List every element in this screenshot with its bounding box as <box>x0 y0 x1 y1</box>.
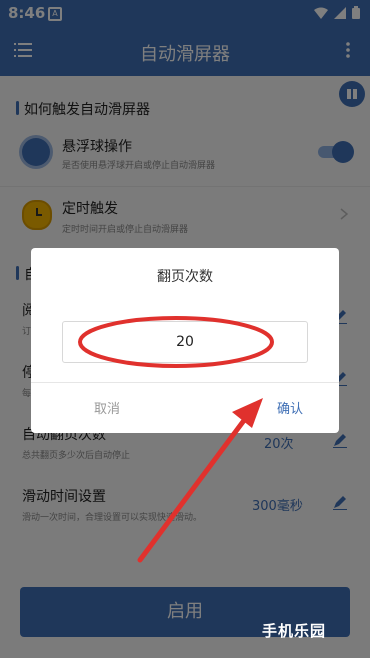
annotation-overlay <box>78 316 274 563</box>
highlight-ellipse <box>78 316 274 368</box>
annotation-arrow-head <box>232 398 263 428</box>
annotation-arrow-shaft <box>137 412 251 563</box>
watermark: 手机乐园 <box>262 622 327 640</box>
